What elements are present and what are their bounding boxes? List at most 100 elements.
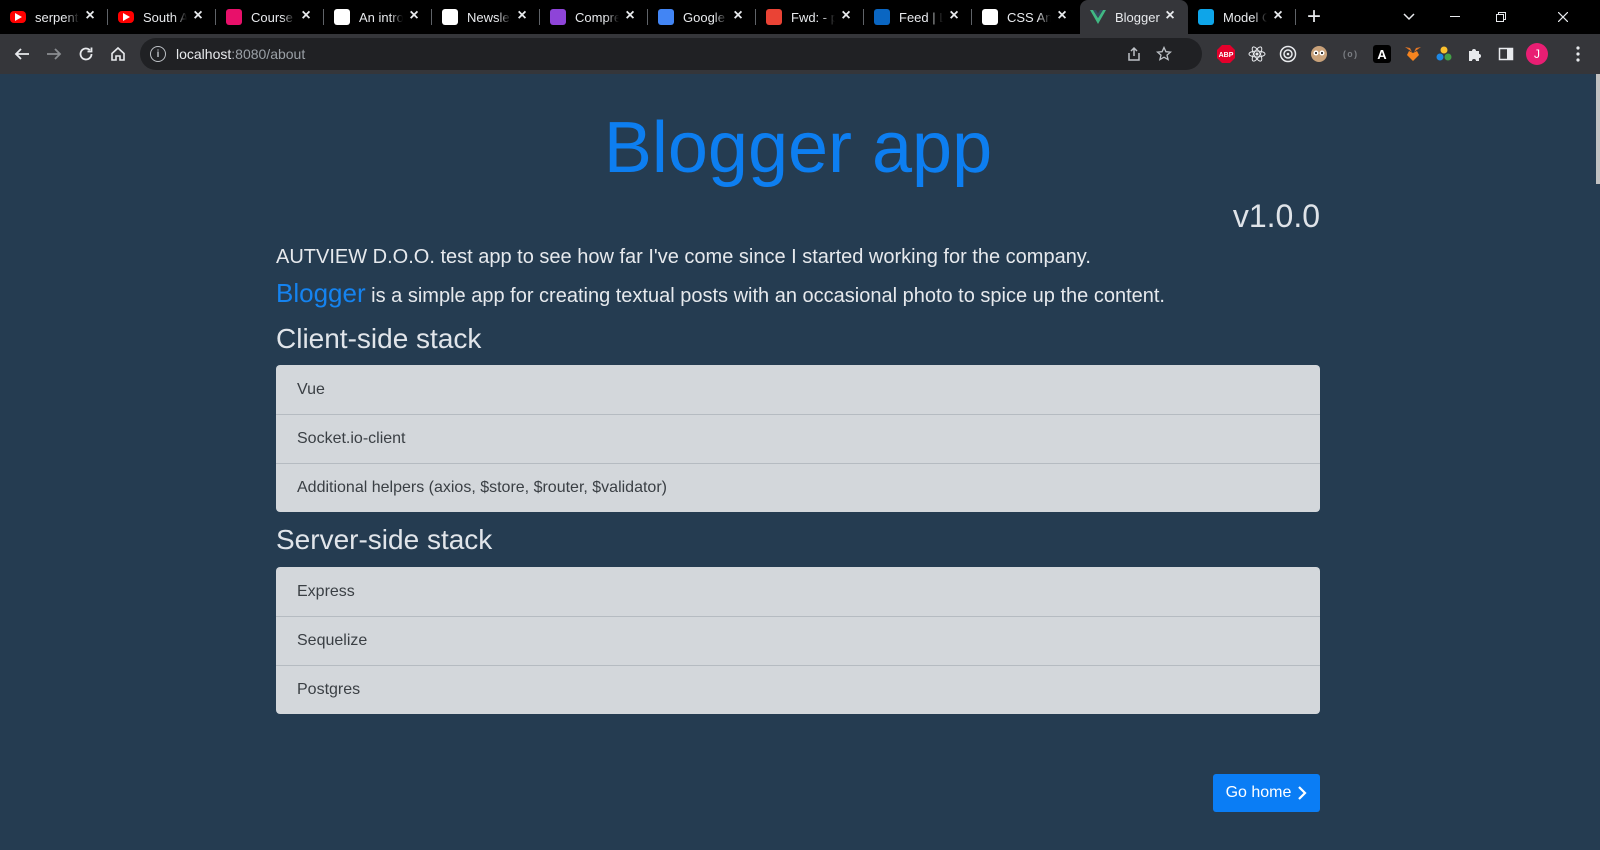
course-icon: [226, 9, 242, 25]
tab-search-icon[interactable]: [1386, 0, 1432, 34]
browser-tab[interactable]: Course ×: [216, 0, 324, 34]
browser-tab[interactable]: Google ×: [648, 0, 756, 34]
chevron-right-icon: [1298, 786, 1307, 800]
tab-title: South A: [143, 9, 187, 25]
page-title: Blogger app: [603, 108, 993, 188]
tab-title: Feed | L: [899, 9, 943, 25]
reload-icon[interactable]: [70, 38, 102, 70]
youtube-icon: [118, 11, 134, 23]
tab-close-icon[interactable]: ×: [514, 8, 530, 24]
browser-tab[interactable]: Compre ×: [540, 0, 648, 34]
tab-strip: serpent × South A × Course × An intro × Newslet ×…: [0, 0, 1600, 34]
youtube-icon: [10, 11, 26, 23]
puzzle-icon[interactable]: [1463, 42, 1487, 66]
bracket-icon[interactable]: (o): [1338, 42, 1362, 66]
browser-tab[interactable]: An intro ×: [324, 0, 432, 34]
browser-tab[interactable]: Model C ×: [1188, 0, 1296, 34]
adblock-plus-icon[interactable]: ABP: [1214, 42, 1238, 66]
go-home-button[interactable]: Go home: [1213, 774, 1320, 812]
linkedin-icon: [874, 9, 890, 25]
tab-title: Compre: [575, 9, 619, 25]
browser-tab[interactable]: Feed | L ×: [864, 0, 972, 34]
browser-tab[interactable]: Blogger ×: [1080, 0, 1188, 34]
tab-list: serpent × South A × Course × An intro × Newslet ×…: [0, 0, 1296, 34]
tab-close-icon[interactable]: ×: [622, 8, 638, 24]
cube-icon: [1198, 9, 1214, 25]
close-window-icon[interactable]: [1540, 0, 1586, 34]
target-icon[interactable]: [1276, 42, 1300, 66]
menu-kebab-icon[interactable]: [1566, 42, 1590, 66]
tab-title: Model C: [1223, 9, 1267, 25]
url-path: :8080/about: [231, 46, 306, 62]
list-item: Postgres: [276, 665, 1320, 714]
go-home-label: Go home: [1225, 784, 1292, 801]
tab-close-icon[interactable]: ×: [1054, 8, 1070, 24]
list-item: Sequelize: [276, 616, 1320, 665]
url-host: localhost: [176, 46, 232, 62]
a-icon[interactable]: A: [1370, 42, 1394, 66]
list-item: Additional helpers (axios, $store, $rout…: [276, 463, 1320, 512]
tab-title: An intro: [359, 9, 403, 25]
page-scrollbar[interactable]: [1596, 74, 1600, 184]
server-stack-heading: Server-side stack: [276, 524, 493, 555]
home-icon[interactable]: [102, 38, 134, 70]
server-stack-list: Express Sequelize Postgres: [276, 567, 1320, 714]
site-info-icon[interactable]: i: [150, 46, 166, 62]
react-devtools-icon[interactable]: [1245, 42, 1269, 66]
svg-text:A: A: [1377, 47, 1387, 62]
tab-title: Fwd: - p: [791, 9, 835, 25]
bookmark-star-icon[interactable]: [1152, 42, 1176, 66]
client-stack-heading: Client-side stack: [276, 323, 482, 354]
dots-icon[interactable]: [1432, 42, 1456, 66]
compress-icon: [550, 9, 566, 25]
list-item: Socket.io-client: [276, 414, 1320, 463]
tab-close-icon[interactable]: ×: [298, 8, 314, 24]
tab-close-icon[interactable]: ×: [1270, 8, 1286, 24]
intro-text: AUTVIEW D.O.O. test app to see how far I…: [276, 246, 1091, 268]
google-translate-icon: [658, 9, 674, 25]
gmail-icon: [766, 9, 782, 25]
forward-icon[interactable]: [38, 38, 70, 70]
tab-title: CSS Ani: [1007, 9, 1051, 25]
restore-icon[interactable]: [1478, 0, 1524, 34]
tab-close-icon[interactable]: ×: [1162, 8, 1178, 24]
tab-close-icon[interactable]: ×: [406, 8, 422, 24]
nr-icon: [334, 9, 350, 25]
newsletter-icon: [442, 9, 458, 25]
share-icon[interactable]: [1122, 42, 1146, 66]
tab-title: Newslet: [467, 9, 511, 25]
browser-tab[interactable]: Newslet ×: [432, 0, 540, 34]
codepen-icon: [982, 9, 998, 25]
profile-initial: J: [1526, 43, 1548, 65]
page-viewport: Blogger app v1.0.0 AUTVIEW D.O.O. test a…: [0, 74, 1600, 850]
tab-close-icon[interactable]: ×: [82, 8, 98, 24]
tab-close-icon[interactable]: ×: [730, 8, 746, 24]
metamask-icon[interactable]: [1401, 42, 1425, 66]
tab-close-icon[interactable]: ×: [838, 8, 854, 24]
browser-tab[interactable]: CSS Ani ×: [972, 0, 1080, 34]
svg-text:(o): (o): [1342, 50, 1358, 60]
tab-separator: [1295, 9, 1296, 25]
client-stack-list: Vue Socket.io-client Additional helpers (a…: [276, 365, 1320, 512]
tab-title: serpent: [35, 9, 79, 25]
list-item: Express: [297, 582, 355, 600]
browser-tab[interactable]: serpent ×: [0, 0, 108, 34]
tab-close-icon[interactable]: ×: [946, 8, 962, 24]
tab-title: Google: [683, 9, 725, 25]
list-item: Vue: [297, 380, 325, 398]
description-text: Blogger is a simple app for creating tex…: [276, 278, 1165, 311]
new-tab-button[interactable]: +: [1296, 0, 1332, 34]
owl-icon[interactable]: [1307, 42, 1331, 66]
back-icon[interactable]: [6, 38, 38, 70]
tab-title: Course: [251, 9, 293, 25]
address-bar[interactable]: i localhost:8080/about: [140, 38, 1202, 70]
browser-tab[interactable]: Fwd: - p ×: [756, 0, 864, 34]
svg-text:ABP: ABP: [1219, 52, 1234, 59]
sidepanel-icon[interactable]: [1494, 42, 1518, 66]
minimize-icon[interactable]: [1432, 0, 1478, 34]
tab-close-icon[interactable]: ×: [190, 8, 206, 24]
profile-avatar[interactable]: J: [1525, 42, 1549, 66]
url-text: localhost:8080/about: [176, 46, 305, 62]
browser-tab[interactable]: South A ×: [108, 0, 216, 34]
description-body: is a simple app for creating textual pos…: [365, 285, 1165, 307]
